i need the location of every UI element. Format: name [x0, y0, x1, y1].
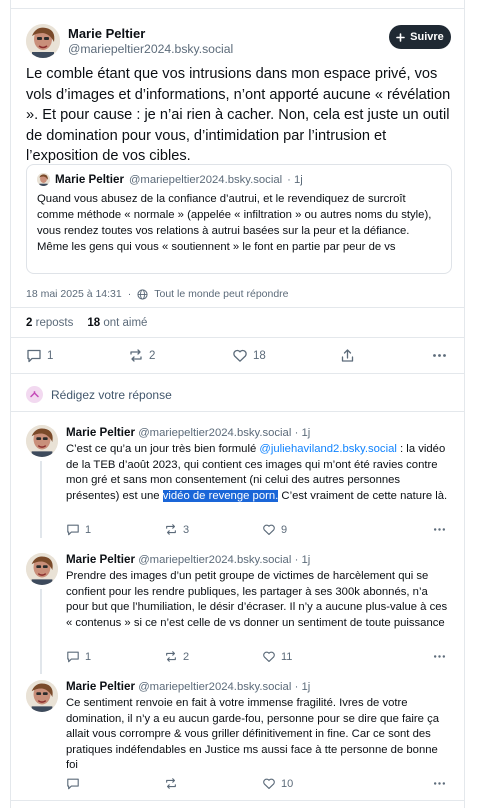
reply-icon: [66, 777, 80, 790]
reply-icon: [26, 348, 42, 363]
more-options-button[interactable]: [432, 348, 447, 363]
repost-button[interactable]: 2: [164, 650, 189, 663]
avatar[interactable]: [26, 553, 58, 585]
heart-icon: [262, 650, 276, 663]
plus-icon: [396, 32, 405, 42]
divider: [10, 411, 465, 412]
more-icon: [432, 777, 447, 790]
divider: [10, 307, 465, 308]
quote-text: Quand vous abusez de la confiance d’autr…: [37, 193, 432, 253]
heart-icon: [262, 777, 276, 790]
share-icon: [340, 348, 355, 363]
reply-icon: [66, 650, 80, 663]
reply-icon: [66, 523, 80, 536]
repost-icon: [164, 650, 178, 663]
share-button[interactable]: [340, 348, 355, 363]
quote-author-name: Marie Peltier: [55, 173, 124, 186]
more-icon: [432, 650, 447, 663]
post-text: Le comble étant que vos intrusions dans …: [26, 66, 451, 164]
reply-header: Marie Peltier @mariepeltier2024.bsky.soc…: [66, 426, 310, 439]
like-button[interactable]: 11: [262, 650, 292, 663]
like-button[interactable]: 9: [262, 523, 287, 536]
heart-icon: [232, 348, 248, 363]
reply-button[interactable]: 1: [66, 650, 91, 663]
reply-time: · 1j: [294, 427, 311, 439]
reply-text: C’est ce qu’a un jour très bien formulé …: [66, 443, 448, 502]
repost-button[interactable]: 3: [164, 523, 189, 536]
author-name[interactable]: Marie Peltier: [68, 26, 145, 41]
avatar[interactable]: [26, 680, 58, 712]
divider: [10, 800, 465, 801]
author-handle[interactable]: @mariepeltier2024.bsky.social: [68, 42, 233, 56]
reply-button[interactable]: 1: [66, 523, 91, 536]
quoted-post[interactable]: Marie Peltier @mariepeltier2024.bsky.soc…: [26, 164, 452, 274]
reply-header: Marie Peltier @mariepeltier2024.bsky.soc…: [66, 680, 310, 693]
mention-link[interactable]: @juliehaviland2.bsky.social: [259, 443, 396, 455]
highlighted-text: vidéo de revenge porn.: [162, 489, 279, 502]
avatar[interactable]: [26, 425, 58, 457]
like-button[interactable]: 18: [232, 348, 266, 363]
avatar[interactable]: [26, 24, 60, 58]
reply-author-handle[interactable]: @mariepeltier2024.bsky.social: [138, 681, 291, 693]
likes-stat[interactable]: 18 ont aimé: [87, 317, 147, 329]
repost-icon: [164, 777, 178, 790]
quote-time: · 1j: [287, 173, 303, 186]
reply-author-name[interactable]: Marie Peltier: [66, 553, 135, 566]
repost-icon: [128, 348, 144, 363]
thread-line: [40, 589, 42, 674]
reply-header: Marie Peltier @mariepeltier2024.bsky.soc…: [66, 553, 310, 566]
reply-text: Ce sentiment renvoie en fait à votre imm…: [66, 697, 440, 772]
repost-button[interactable]: [164, 777, 183, 790]
like-button[interactable]: 10: [262, 777, 293, 790]
post-stats: 2 reposts 18 ont aimé: [26, 317, 147, 329]
reply-count: 1: [47, 349, 54, 362]
more-icon: [432, 348, 447, 363]
thread-line: [40, 461, 42, 538]
quote-author-handle: @mariepeltier2024.bsky.social: [128, 173, 283, 186]
globe-icon: [137, 288, 148, 300]
meta-separator: ·: [127, 288, 132, 300]
reply-button[interactable]: 1: [26, 348, 53, 363]
compose-reply-icon: [26, 386, 43, 403]
more-icon: [432, 523, 447, 536]
heart-icon: [262, 523, 276, 536]
follow-button[interactable]: Suivre: [389, 25, 451, 49]
reply-author-handle[interactable]: @mariepeltier2024.bsky.social: [138, 427, 291, 439]
repost-icon: [164, 523, 178, 536]
more-options-button[interactable]: [432, 777, 447, 790]
repost-button[interactable]: 2: [128, 348, 155, 363]
repost-count: 2: [149, 349, 156, 362]
divider: [10, 337, 465, 338]
more-options-button[interactable]: [432, 650, 447, 663]
top-divider: [11, 8, 464, 9]
divider: [10, 373, 465, 374]
audience-label[interactable]: Tout le monde peut répondre: [154, 288, 288, 300]
like-count: 18: [253, 349, 266, 362]
reposts-stat[interactable]: 2 reposts: [26, 317, 73, 329]
reply-author-handle[interactable]: @mariepeltier2024.bsky.social: [138, 554, 291, 566]
reply-text: Prendre des images d’un petit groupe de …: [66, 570, 448, 629]
post-date: 18 mai 2025 à 14:31: [26, 288, 122, 300]
reply-button[interactable]: [66, 777, 85, 790]
more-options-button[interactable]: [432, 523, 447, 536]
compose-reply-prompt[interactable]: Rédigez votre réponse: [26, 386, 172, 403]
compose-reply-label: Rédigez votre réponse: [51, 387, 172, 402]
post-meta: 18 mai 2025 à 14:31 · Tout le monde peut…: [26, 288, 289, 300]
follow-label: Suivre: [410, 31, 444, 43]
reply-time: · 1j: [294, 681, 311, 693]
reply-time: · 1j: [294, 554, 311, 566]
reply-author-name[interactable]: Marie Peltier: [66, 680, 135, 693]
reply-author-name[interactable]: Marie Peltier: [66, 426, 135, 439]
avatar: [37, 173, 50, 186]
